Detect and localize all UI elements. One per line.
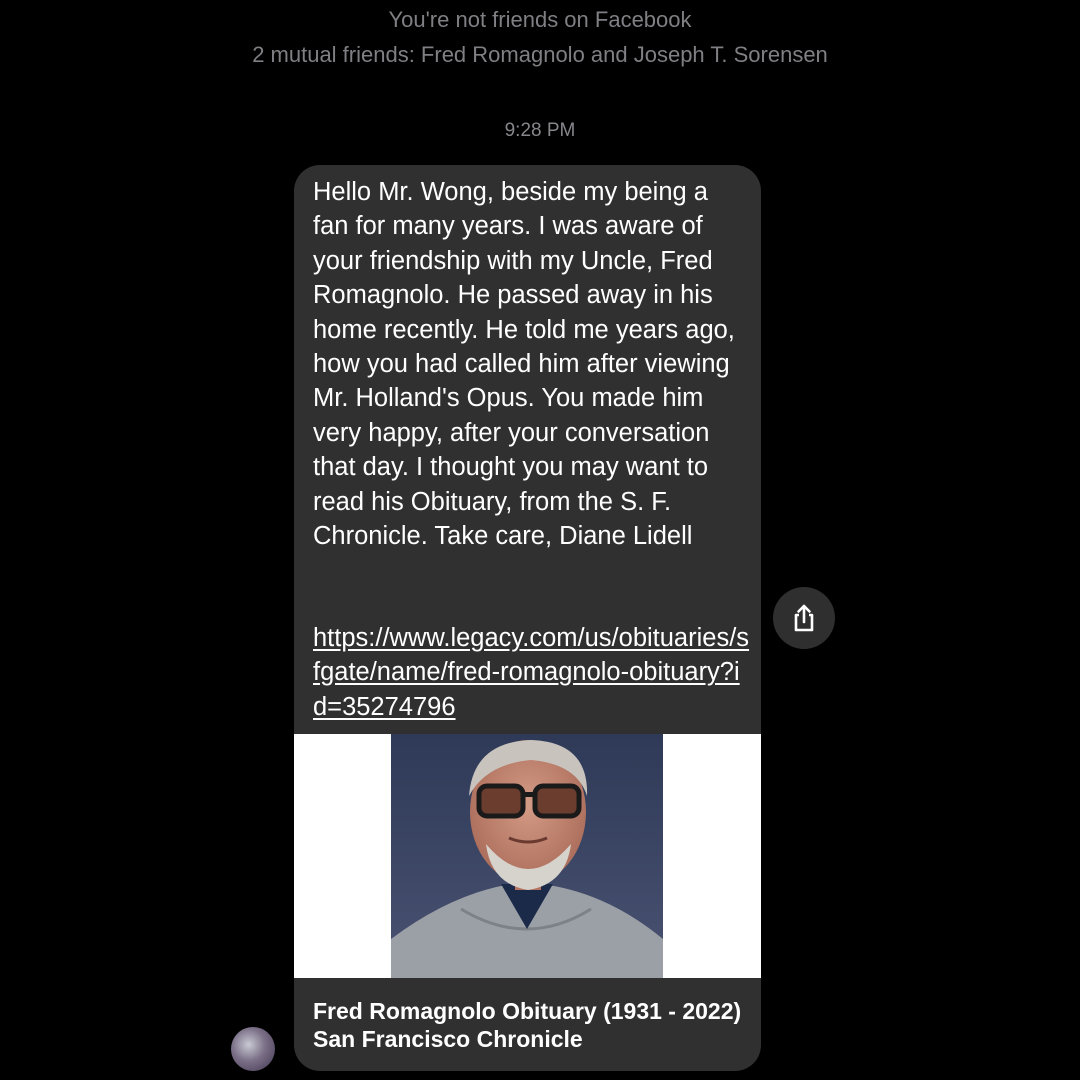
- share-button[interactable]: [773, 587, 835, 649]
- message-timestamp: 9:28 PM: [504, 120, 576, 141]
- share-icon: [794, 604, 814, 632]
- obituary-link[interactable]: https://www.legacy.com/us/obituaries/sfg…: [313, 621, 753, 724]
- message-text: Hello Mr. Wong, beside my being a fan fo…: [313, 178, 735, 551]
- obituary-portrait-photo: [391, 734, 663, 978]
- link-preview-title[interactable]: Fred Romagnolo Obituary (1931 - 2022) Sa…: [313, 997, 743, 1053]
- mutual-friends-notice: 2 mutual friends: Fred Romagnolo and Jos…: [252, 42, 828, 67]
- link-preview-image[interactable]: [294, 734, 761, 978]
- not-friends-notice: You're not friends on Facebook: [388, 7, 692, 32]
- sender-avatar[interactable]: [231, 1027, 275, 1071]
- message-bubble[interactable]: Hello Mr. Wong, beside my being a fan fo…: [294, 165, 761, 1071]
